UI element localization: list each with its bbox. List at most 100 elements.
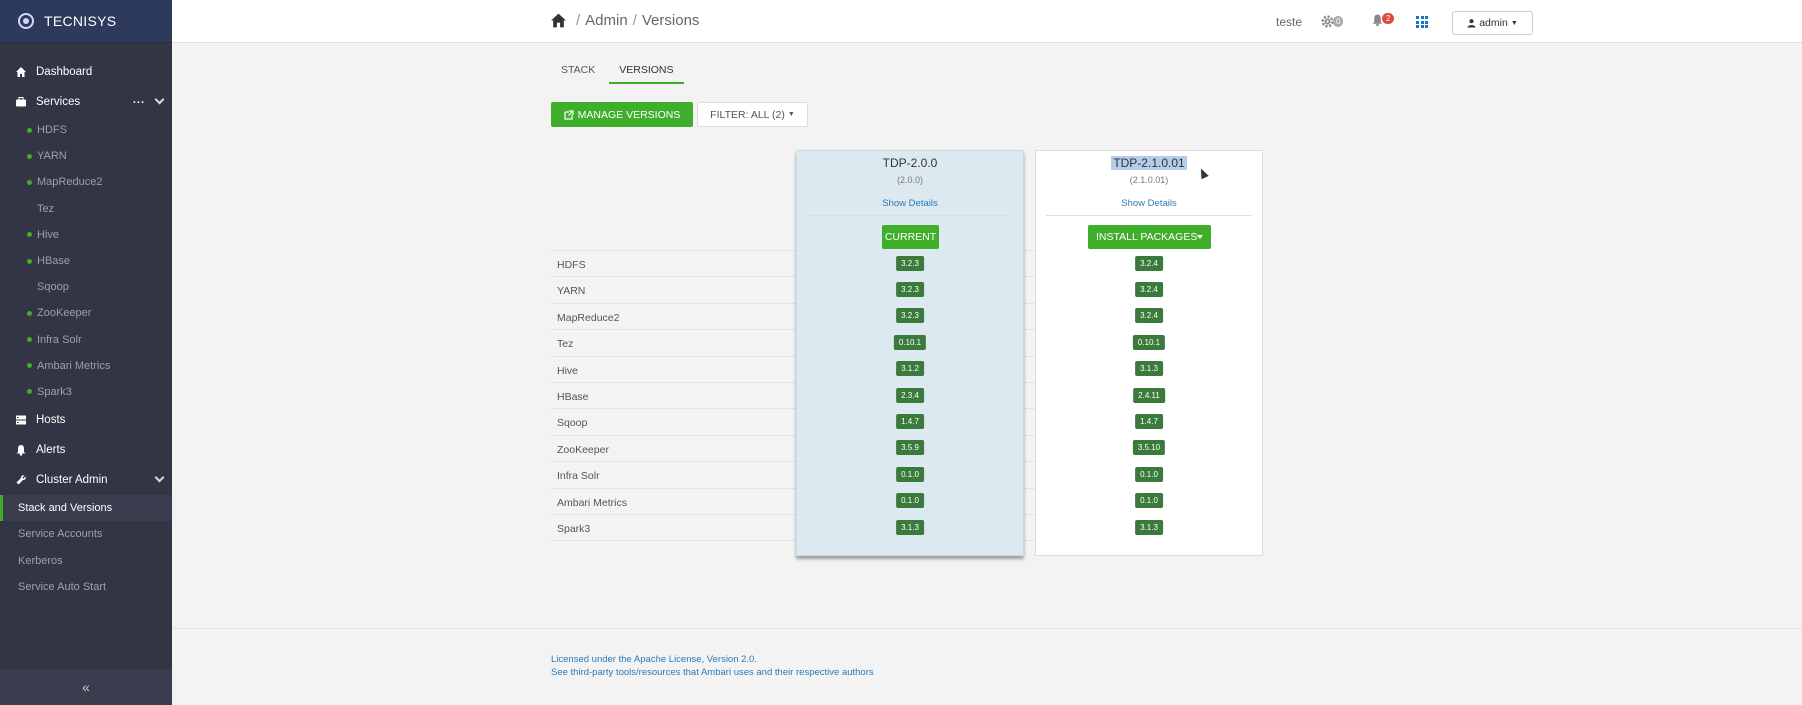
admin-menu-label: admin (1479, 17, 1508, 29)
home-icon (15, 66, 27, 78)
services-actions-menu[interactable]: ... (133, 94, 145, 106)
service-version-badge: 3.2.3 (896, 281, 924, 297)
version-number: (2.0.0) (896, 175, 923, 185)
service-version-badge: 2.3.4 (896, 387, 924, 403)
filter-label: FILTER: ALL (2) (710, 108, 785, 121)
breadcrumb-item[interactable]: Admin (585, 12, 628, 29)
sidebar-item-service-auto-start[interactable]: Service Auto Start (0, 574, 172, 600)
briefcase-icon (15, 96, 27, 108)
service-name: HDFS (557, 259, 586, 271)
sidebar-item-service-accounts[interactable]: Service Accounts (0, 521, 172, 547)
service-version-badge: 3.2.4 (1135, 281, 1163, 297)
sidebar-item-dashboard[interactable]: Dashboard (0, 57, 172, 87)
show-details-link[interactable]: Show Details (797, 198, 1023, 209)
breadcrumb-item: Versions (641, 12, 700, 29)
sidebar-item-stack-and-versions[interactable]: Stack and Versions (0, 495, 172, 522)
service-version-badge: 3.2.4 (1135, 308, 1163, 324)
user-icon (1467, 19, 1476, 28)
external-link-icon (564, 109, 574, 120)
sidebar-item-services[interactable]: Services ... (0, 87, 172, 117)
service-name: ZooKeeper (557, 443, 609, 456)
sidebar-item-kerberos[interactable]: Kerberos (0, 547, 172, 573)
service-name: Tez (557, 338, 574, 351)
service-version-badge: 3.2.3 (896, 308, 924, 324)
sidebar-item-label: Dashboard (36, 66, 93, 78)
brand-logo-icon (18, 13, 34, 29)
sidebar-service-hdfs[interactable]: HDFS (0, 117, 172, 143)
filter-dropdown[interactable]: FILTER: ALL (2) ▼ (697, 102, 808, 127)
sidebar-item-alerts[interactable]: Alerts (0, 435, 172, 465)
service-name: Sqoop (557, 417, 588, 430)
caret-down-icon: ▼ (787, 111, 795, 118)
service-name: Spark3 (557, 523, 591, 535)
manage-versions-button[interactable]: MANAGE VERSIONS (551, 102, 693, 127)
bell-icon (15, 444, 27, 456)
sidebar: TECNISYS Dashboard Services ... HDFS YARN… (0, 0, 172, 705)
sidebar-service-label: ZooKeeper (37, 307, 92, 320)
apps-grid-icon[interactable] (1416, 16, 1428, 28)
background-ops-button[interactable]: 0 (1320, 14, 1344, 29)
sidebar-service-sqoop[interactable]: Sqoop (0, 274, 172, 300)
license-link[interactable]: Licensed under the Apache License, Versi… (551, 654, 757, 665)
sidebar-service-mapreduce2[interactable]: MapReduce2 (0, 169, 172, 195)
status-dot-icon (27, 310, 32, 316)
sidebar-item-label: Cluster Admin (36, 474, 108, 487)
sidebar-service-label: Tez (37, 202, 55, 215)
status-dot-icon (27, 179, 32, 185)
service-version-badge: 0.1.0 (1135, 493, 1163, 509)
chevron-down-icon[interactable] (154, 94, 165, 105)
alerts-button[interactable]: 2 (1371, 12, 1395, 27)
breadcrumb: / Admin / Versions (550, 12, 699, 29)
sidebar-service-spark3[interactable]: Spark3 (0, 379, 172, 405)
status-dot-icon (27, 389, 32, 395)
caret-down-icon[interactable] (1197, 235, 1203, 239)
sidebar-service-ambari-metrics[interactable]: Ambari Metrics (0, 353, 172, 379)
service-version-badge: 3.5.9 (896, 440, 924, 456)
sidebar-item-label: Services (36, 96, 81, 108)
status-dot-icon (27, 232, 32, 238)
sidebar-service-label: HDFS (37, 124, 67, 137)
sidebar-service-infra-solr[interactable]: Infra Solr (0, 327, 172, 353)
sidebar-service-hbase[interactable]: HBase (0, 248, 172, 274)
sidebar-service-zookeeper[interactable]: ZooKeeper (0, 300, 172, 326)
version-name-text: TDP-2.1.0.01 (1111, 156, 1187, 170)
current-button[interactable]: CURRENT (882, 225, 939, 249)
sidebar-service-tez[interactable]: Tez (0, 196, 172, 222)
manage-versions-label: MANAGE VERSIONS (577, 108, 681, 121)
version-name: TDP-2.1.0.01 (1036, 156, 1262, 170)
tab-versions[interactable]: VERSIONS (609, 60, 684, 84)
service-version-badge: 0.1.0 (896, 493, 924, 509)
sidebar-item-cluster-admin[interactable]: Cluster Admin (0, 465, 172, 495)
sidebar-item-label: Alerts (36, 444, 66, 457)
collapse-sidebar-button[interactable]: « (0, 669, 172, 705)
tabs: STACK VERSIONS (551, 60, 688, 84)
version-number: (2.1.0.01) (1129, 175, 1169, 185)
brand[interactable]: TECNISYS (0, 0, 172, 43)
home-icon[interactable] (550, 12, 567, 29)
version-name: TDP-2.0.0 (882, 156, 938, 170)
sidebar-service-label: Ambari Metrics (37, 359, 111, 372)
status-dot-icon (27, 337, 32, 343)
sidebar-service-hive[interactable]: Hive (0, 222, 172, 248)
install-packages-label: INSTALL PACKAGES (1096, 231, 1198, 243)
chevron-down-icon[interactable] (154, 472, 165, 483)
sidebar-service-label: HBase (37, 255, 71, 268)
service-version-badge: 3.5.10 (1132, 440, 1166, 456)
brand-name: TECNISYS (44, 13, 117, 29)
service-version-badge: 0.10.1 (893, 334, 927, 350)
service-name: Infra Solr (557, 470, 600, 483)
sidebar-service-label: YARN (37, 150, 67, 163)
status-dot-icon (27, 153, 32, 159)
service-version-badge: 1.4.7 (1135, 413, 1163, 429)
wrench-icon (15, 474, 27, 486)
admin-user-menu[interactable]: admin ▼ (1452, 11, 1533, 35)
ops-count-badge: 0 (1333, 16, 1344, 27)
install-packages-button[interactable]: INSTALL PACKAGES (1088, 225, 1211, 249)
show-details-link[interactable]: Show Details (1036, 198, 1262, 209)
tab-stack[interactable]: STACK (551, 60, 605, 84)
service-version-badge: 3.1.3 (1135, 519, 1163, 535)
third-party-link[interactable]: See third-party tools/resources that Amb… (551, 667, 874, 678)
sidebar-service-yarn[interactable]: YARN (0, 143, 172, 169)
sidebar-item-hosts[interactable]: Hosts (0, 405, 172, 435)
status-dot-icon (27, 258, 32, 264)
